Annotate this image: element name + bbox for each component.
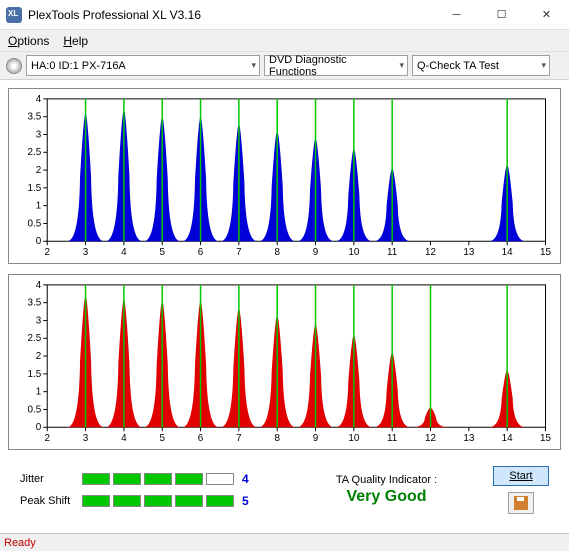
- status-text: Ready: [4, 537, 36, 549]
- svg-text:6: 6: [198, 247, 204, 258]
- jitter-value: 4: [242, 472, 249, 486]
- svg-text:2: 2: [44, 433, 50, 444]
- svg-text:1.5: 1.5: [28, 183, 42, 194]
- svg-text:13: 13: [463, 433, 474, 444]
- jitter-label: Jitter: [20, 473, 82, 485]
- svg-text:3: 3: [83, 433, 89, 444]
- chart-bottom: 0 0.5 1 1.5 2 2.5 3 3.5 4 2 3 4 5 6 7 8 9 10 11 12 13 14 15: [8, 274, 561, 450]
- svg-text:2: 2: [36, 165, 42, 176]
- statusbar: Ready: [0, 533, 569, 551]
- svg-text:2.5: 2.5: [28, 333, 42, 344]
- floppy-icon: [514, 496, 528, 510]
- svg-text:4: 4: [121, 247, 127, 258]
- svg-text:0.5: 0.5: [28, 218, 42, 229]
- function-select[interactable]: DVD Diagnostic Functions: [264, 55, 408, 76]
- peakshift-value: 5: [242, 494, 249, 508]
- peakshift-blocks: [82, 495, 234, 507]
- menubar: Options Help: [0, 30, 569, 52]
- svg-text:3: 3: [36, 315, 42, 326]
- svg-text:10: 10: [348, 247, 359, 258]
- svg-text:9: 9: [313, 247, 319, 258]
- svg-text:3: 3: [36, 129, 42, 140]
- svg-text:15: 15: [540, 247, 551, 258]
- svg-text:8: 8: [274, 247, 280, 258]
- quality-value: Very Good: [280, 488, 493, 506]
- jitter-blocks: [82, 473, 234, 485]
- svg-text:12: 12: [425, 433, 436, 444]
- svg-text:4: 4: [36, 280, 42, 291]
- svg-text:4: 4: [36, 94, 42, 105]
- titlebar: PlexTools Professional XL V3.16 ─ ☐ ✕: [0, 0, 569, 30]
- svg-text:5: 5: [159, 247, 165, 258]
- svg-text:13: 13: [463, 247, 474, 258]
- device-select[interactable]: HA:0 ID:1 PX-716A: [26, 55, 260, 76]
- indicators-panel: Jitter 4 Peak Shift 5 TA Quality Indicat…: [0, 462, 569, 520]
- svg-text:2: 2: [36, 351, 42, 362]
- svg-text:12: 12: [425, 247, 436, 258]
- svg-text:1: 1: [36, 387, 42, 398]
- svg-text:0.5: 0.5: [28, 404, 42, 415]
- svg-text:3.5: 3.5: [28, 112, 42, 123]
- start-button[interactable]: Start: [493, 466, 549, 486]
- quality-label: TA Quality Indicator :: [280, 474, 493, 486]
- chart-top: 0 0.5 1 1.5 2 2.5 3 3.5 4 2 3 4 5 6 7 8 9 10 11 12 13 14 15: [8, 88, 561, 264]
- svg-text:11: 11: [387, 247, 398, 258]
- svg-text:3.5: 3.5: [28, 298, 42, 309]
- svg-text:7: 7: [236, 247, 241, 258]
- test-select[interactable]: Q-Check TA Test: [412, 55, 550, 76]
- close-button[interactable]: ✕: [524, 0, 569, 29]
- peakshift-row: Peak Shift 5: [20, 491, 280, 511]
- save-button[interactable]: [508, 492, 534, 514]
- svg-text:2: 2: [44, 247, 50, 258]
- svg-text:4: 4: [121, 433, 127, 444]
- svg-text:11: 11: [387, 433, 398, 444]
- svg-text:3: 3: [83, 247, 89, 258]
- maximize-button[interactable]: ☐: [479, 0, 524, 29]
- disc-icon: [6, 58, 22, 74]
- svg-text:1: 1: [36, 201, 42, 212]
- svg-text:14: 14: [502, 247, 513, 258]
- svg-text:2.5: 2.5: [28, 147, 42, 158]
- minimize-button[interactable]: ─: [434, 0, 479, 29]
- svg-text:7: 7: [236, 433, 241, 444]
- svg-text:8: 8: [274, 433, 280, 444]
- svg-text:10: 10: [348, 433, 359, 444]
- svg-text:0: 0: [36, 422, 42, 433]
- app-icon: [6, 7, 22, 23]
- menu-help[interactable]: Help: [63, 34, 88, 48]
- jitter-row: Jitter 4: [20, 469, 280, 489]
- window-title: PlexTools Professional XL V3.16: [28, 8, 434, 22]
- svg-text:5: 5: [159, 433, 165, 444]
- toolbar: HA:0 ID:1 PX-716A DVD Diagnostic Functio…: [0, 52, 569, 80]
- menu-options[interactable]: Options: [8, 34, 49, 48]
- svg-text:14: 14: [502, 433, 513, 444]
- svg-text:1.5: 1.5: [28, 369, 42, 380]
- svg-text:9: 9: [313, 433, 319, 444]
- svg-text:0: 0: [36, 236, 42, 247]
- peakshift-label: Peak Shift: [20, 495, 82, 507]
- svg-text:6: 6: [198, 433, 204, 444]
- svg-text:15: 15: [540, 433, 551, 444]
